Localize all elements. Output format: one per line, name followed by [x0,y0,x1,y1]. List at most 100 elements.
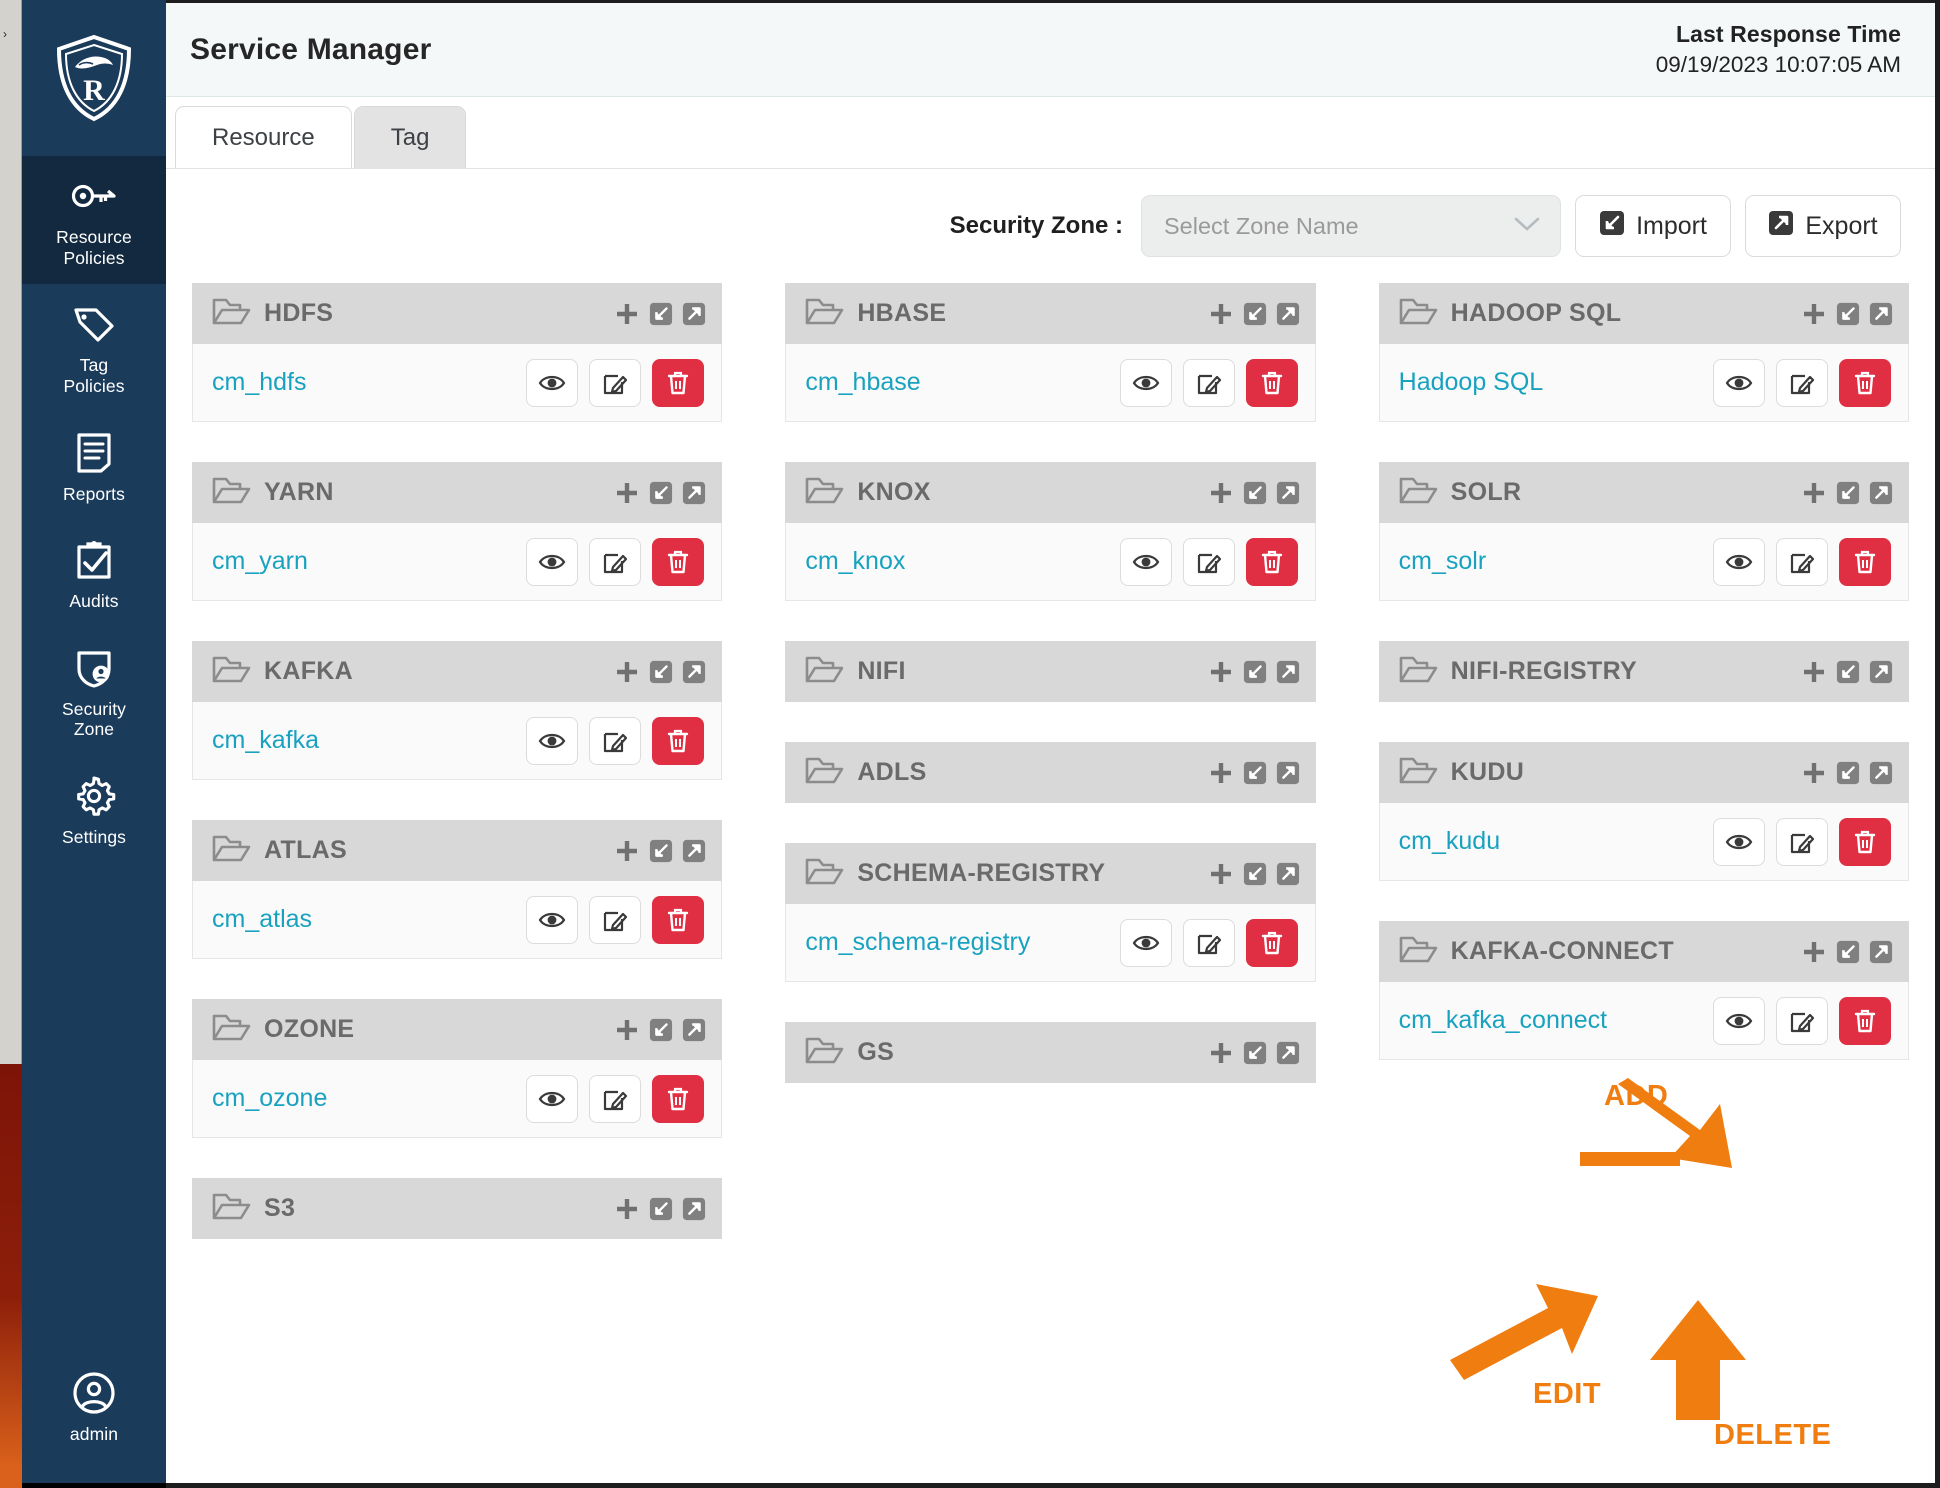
import-service-button[interactable] [649,1018,673,1042]
delete-service-button[interactable] [652,359,704,407]
delete-service-button[interactable] [652,717,704,765]
export-service-button[interactable] [1276,761,1300,785]
view-service-button[interactable] [1120,919,1172,967]
view-service-button[interactable] [526,1075,578,1123]
tab-resource[interactable]: Resource [175,106,352,168]
import-service-button[interactable] [1243,302,1267,326]
sidebar-item-resource-policies[interactable]: ResourcePolicies [22,156,166,284]
import-service-button[interactable] [1243,862,1267,886]
add-service-button[interactable] [614,1017,640,1043]
delete-service-button[interactable] [1839,538,1891,586]
tab-tag[interactable]: Tag [354,106,467,168]
import-service-button[interactable] [1836,940,1860,964]
import-service-button[interactable] [1243,1041,1267,1065]
view-service-button[interactable] [1713,997,1765,1045]
service-name-link[interactable]: cm_ozone [212,1084,327,1113]
add-service-button[interactable] [1801,301,1827,327]
edit-service-button[interactable] [1776,818,1828,866]
add-service-button[interactable] [614,1196,640,1222]
export-service-button[interactable] [1276,302,1300,326]
export-service-button[interactable] [1869,940,1893,964]
add-service-button[interactable] [1208,1040,1234,1066]
delete-service-button[interactable] [652,896,704,944]
edit-service-button[interactable] [589,717,641,765]
service-name-link[interactable]: cm_hdfs [212,368,306,397]
view-service-button[interactable] [526,896,578,944]
service-name-link[interactable]: cm_kafka [212,726,319,755]
sidebar-item-security-zone[interactable]: SecurityZone [22,628,166,756]
import-service-button[interactable] [1836,302,1860,326]
export-service-button[interactable] [1276,660,1300,684]
add-service-button[interactable] [1208,480,1234,506]
edit-service-button[interactable] [1776,538,1828,586]
export-service-button[interactable] [1869,660,1893,684]
edit-service-button[interactable] [589,896,641,944]
delete-service-button[interactable] [1246,359,1298,407]
import-service-button[interactable] [1243,660,1267,684]
sidebar-item-tag-policies[interactable]: TagPolicies [22,284,166,412]
sidebar-item-settings[interactable]: Settings [22,756,166,864]
import-service-button[interactable] [1836,660,1860,684]
export-service-button[interactable] [682,1197,706,1221]
add-service-button[interactable] [614,480,640,506]
sidebar-item-reports[interactable]: Reports [22,413,166,521]
import-service-button[interactable] [1836,481,1860,505]
window-edge-scrollbar[interactable]: › [0,0,22,1488]
add-service-button[interactable] [1801,659,1827,685]
view-service-button[interactable] [1120,359,1172,407]
import-service-button[interactable] [1836,761,1860,785]
edit-service-button[interactable] [1183,919,1235,967]
add-service-button[interactable] [1208,301,1234,327]
view-service-button[interactable] [526,359,578,407]
edit-service-button[interactable] [589,359,641,407]
export-service-button[interactable] [1276,862,1300,886]
export-service-button[interactable] [682,839,706,863]
export-service-button[interactable] [1276,1041,1300,1065]
service-name-link[interactable]: cm_kafka_connect [1399,1006,1607,1035]
import-service-button[interactable] [649,660,673,684]
view-service-button[interactable] [1120,538,1172,586]
service-name-link[interactable]: cm_yarn [212,547,308,576]
delete-service-button[interactable] [1839,818,1891,866]
edit-service-button[interactable] [589,538,641,586]
add-service-button[interactable] [1208,760,1234,786]
view-service-button[interactable] [526,538,578,586]
add-service-button[interactable] [614,301,640,327]
sidebar-item-user[interactable]: admin [22,1353,166,1483]
add-service-button[interactable] [1208,861,1234,887]
add-service-button[interactable] [614,659,640,685]
service-name-link[interactable]: Hadoop SQL [1399,368,1544,397]
delete-service-button[interactable] [1246,919,1298,967]
edit-service-button[interactable] [1776,359,1828,407]
service-name-link[interactable]: cm_knox [805,547,905,576]
import-service-button[interactable] [649,302,673,326]
service-name-link[interactable]: cm_atlas [212,905,312,934]
import-service-button[interactable] [649,481,673,505]
export-service-button[interactable] [682,481,706,505]
service-name-link[interactable]: cm_schema-registry [805,928,1030,957]
view-service-button[interactable] [526,717,578,765]
import-button[interactable]: Import [1575,195,1731,257]
add-service-button[interactable] [1208,659,1234,685]
app-logo[interactable]: R [22,0,166,156]
export-service-button[interactable] [682,660,706,684]
export-service-button[interactable] [1869,481,1893,505]
delete-service-button[interactable] [652,1075,704,1123]
security-zone-select[interactable]: Select Zone Name [1141,195,1561,257]
edit-service-button[interactable] [1183,359,1235,407]
add-service-button[interactable] [1801,480,1827,506]
import-service-button[interactable] [1243,761,1267,785]
add-service-button[interactable] [1801,939,1827,965]
export-service-button[interactable] [1869,761,1893,785]
export-button[interactable]: Export [1745,195,1901,257]
import-service-button[interactable] [649,1197,673,1221]
view-service-button[interactable] [1713,538,1765,586]
service-name-link[interactable]: cm_hbase [805,368,920,397]
edit-service-button[interactable] [589,1075,641,1123]
sidebar-item-audits[interactable]: Audits [22,520,166,628]
add-service-button[interactable] [1801,760,1827,786]
service-name-link[interactable]: cm_solr [1399,547,1487,576]
delete-service-button[interactable] [652,538,704,586]
delete-service-button[interactable] [1839,997,1891,1045]
export-service-button[interactable] [682,302,706,326]
